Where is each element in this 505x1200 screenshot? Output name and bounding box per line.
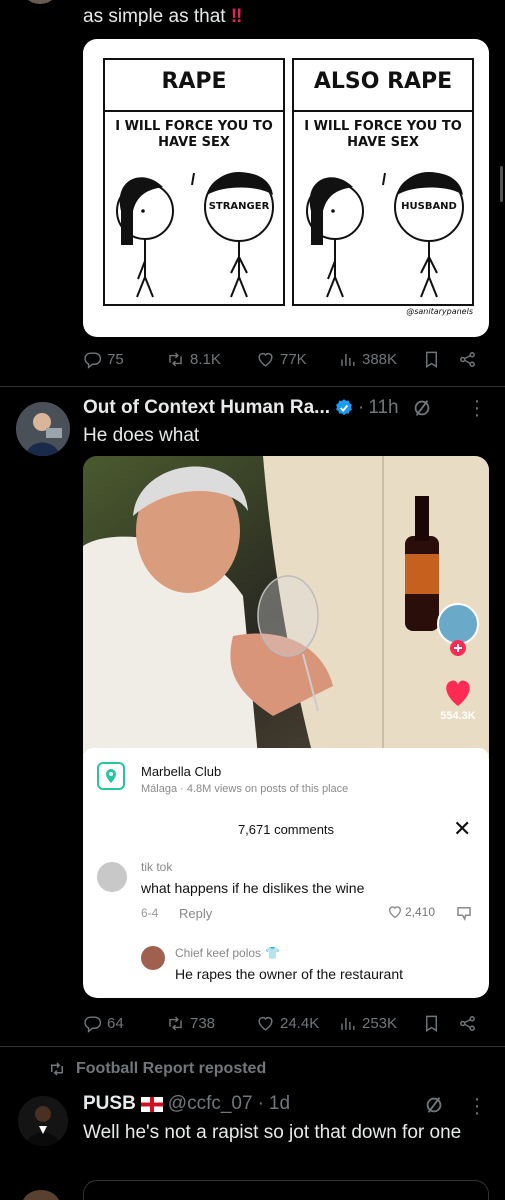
comment-like-count: 2,410 bbox=[405, 905, 436, 919]
divider bbox=[0, 386, 505, 387]
repost-button[interactable]: 8.1K bbox=[166, 350, 221, 369]
video-frame bbox=[83, 456, 489, 756]
share-button[interactable] bbox=[458, 1014, 477, 1033]
comment-date: 6-4 bbox=[141, 906, 159, 920]
comic-right-tag: HUSBAND bbox=[401, 201, 457, 212]
dislike-icon[interactable] bbox=[455, 904, 473, 927]
comment-text: He rapes the owner of the restaurant bbox=[175, 966, 404, 982]
comic-left-caption: I WILL FORCE YOU TO HAVE SEX bbox=[115, 119, 273, 150]
comment-user-name: Chief keef polos bbox=[175, 946, 262, 960]
close-icon[interactable]: ✕ bbox=[453, 816, 471, 842]
location-pin-icon bbox=[97, 762, 125, 790]
tweet-text: He does what bbox=[83, 425, 200, 446]
tweet-text: Well he's not a rapist so jot that down … bbox=[83, 1122, 462, 1143]
comment-avatar[interactable] bbox=[97, 862, 127, 892]
like-count: 24.4K bbox=[280, 1015, 320, 1032]
verified-badge-icon bbox=[336, 399, 352, 416]
reply-button[interactable]: 64 bbox=[83, 1014, 124, 1033]
comments-header: 7,671 comments bbox=[237, 822, 335, 837]
views-icon bbox=[341, 353, 355, 366]
avatar-partial[interactable] bbox=[22, 1190, 60, 1200]
repost-indicator[interactable]: Football Report reposted bbox=[48, 1060, 266, 1078]
comic-credit: @sanitarypanels bbox=[406, 307, 473, 316]
quoted-tweet-card[interactable] bbox=[83, 1180, 489, 1200]
separator: · bbox=[358, 397, 365, 418]
bookmark-button[interactable] bbox=[422, 350, 441, 369]
comment-like-button[interactable]: 2,410 bbox=[387, 904, 435, 920]
comic-left-title: RAPE bbox=[161, 69, 227, 94]
reposted-by-label: Football Report reposted bbox=[76, 1060, 267, 1077]
repost-count: 8.1K bbox=[190, 351, 221, 368]
bookmark-icon bbox=[426, 351, 437, 368]
like-count: 77K bbox=[280, 351, 307, 368]
reply-icon bbox=[84, 352, 102, 369]
avatar[interactable] bbox=[18, 1096, 68, 1146]
comment-avatar[interactable] bbox=[141, 946, 165, 970]
reply-button[interactable]: 75 bbox=[83, 350, 124, 369]
bookmark-button[interactable] bbox=[422, 1014, 441, 1033]
comment-user[interactable]: Chief keef polos 👕 bbox=[175, 946, 280, 960]
share-icon bbox=[460, 1016, 475, 1031]
share-icon bbox=[460, 352, 475, 367]
views-icon bbox=[341, 1017, 355, 1030]
grok-icon[interactable] bbox=[423, 1094, 445, 1116]
separator: · bbox=[257, 1093, 264, 1114]
reply-icon bbox=[84, 1016, 102, 1033]
location-subtitle: Málaga · 4.8M views on posts of this pla… bbox=[141, 783, 349, 795]
reply-count: 64 bbox=[107, 1015, 124, 1032]
reply-count: 75 bbox=[107, 351, 124, 368]
grok-icon[interactable] bbox=[411, 397, 433, 419]
england-flag-icon bbox=[140, 1096, 163, 1112]
like-button[interactable]: 24.4K bbox=[256, 1014, 319, 1033]
display-name[interactable]: Out of Context Human Ra... bbox=[83, 397, 330, 419]
comic-right-title: ALSO RAPE bbox=[313, 69, 453, 94]
repost-icon bbox=[169, 352, 182, 367]
repost-button[interactable]: 738 bbox=[166, 1014, 215, 1033]
views-count: 388K bbox=[362, 351, 398, 368]
share-button[interactable] bbox=[458, 350, 477, 369]
scrollbar[interactable] bbox=[500, 166, 503, 202]
repost-icon bbox=[51, 1062, 63, 1076]
comic-image[interactable]: RAPE ALSO RAPE I WILL FORCE YOU TO HAVE … bbox=[83, 39, 489, 337]
comment-reply-button[interactable]: Reply bbox=[179, 906, 212, 921]
comic-left-tag: STRANGER bbox=[208, 201, 270, 212]
avatar-partial[interactable] bbox=[20, 0, 60, 4]
heart-icon bbox=[258, 352, 273, 367]
like-button[interactable]: 77K bbox=[256, 350, 307, 369]
repost-icon bbox=[169, 1016, 182, 1031]
views-button[interactable]: 388K bbox=[338, 350, 397, 369]
heart-icon bbox=[258, 1016, 273, 1031]
more-options-icon[interactable]: · · · bbox=[470, 391, 484, 425]
location-name[interactable]: Marbella Club bbox=[141, 764, 221, 779]
comic-right-caption: I WILL FORCE YOU TO HAVE SEX bbox=[304, 119, 462, 150]
views-button[interactable]: 253K bbox=[338, 1014, 397, 1033]
bookmark-icon bbox=[426, 1015, 437, 1032]
comments-sheet: Marbella Club Málaga · 4.8M views on pos… bbox=[83, 748, 489, 998]
more-options-icon[interactable]: · · · bbox=[470, 1089, 484, 1123]
video-like-count: 554.3K bbox=[440, 710, 476, 722]
shirt-icon: 👕 bbox=[265, 946, 281, 960]
tweet-time[interactable]: 1d bbox=[269, 1093, 290, 1115]
handle[interactable]: @ccfc_07 bbox=[168, 1093, 253, 1115]
tweet-time[interactable]: 11h bbox=[368, 397, 398, 419]
heart-icon bbox=[388, 906, 402, 919]
tweet-header: PUSB @ccfc_07 · 1d bbox=[83, 1093, 290, 1115]
divider bbox=[0, 1046, 505, 1047]
tweet-text: as simple as that ‼ bbox=[83, 6, 243, 27]
repost-count: 738 bbox=[190, 1015, 216, 1032]
comment-text: what happens if he dislikes the wine bbox=[141, 880, 365, 896]
comment-user[interactable]: tik tok bbox=[141, 860, 172, 874]
tweet-header: Out of Context Human Ra... · 11h bbox=[83, 397, 433, 419]
views-count: 253K bbox=[362, 1015, 398, 1032]
avatar[interactable] bbox=[16, 402, 70, 456]
video-media[interactable]: 554.3K Marbella Club Málaga · 4.8M views… bbox=[83, 456, 489, 998]
display-name[interactable]: PUSB bbox=[83, 1093, 136, 1115]
